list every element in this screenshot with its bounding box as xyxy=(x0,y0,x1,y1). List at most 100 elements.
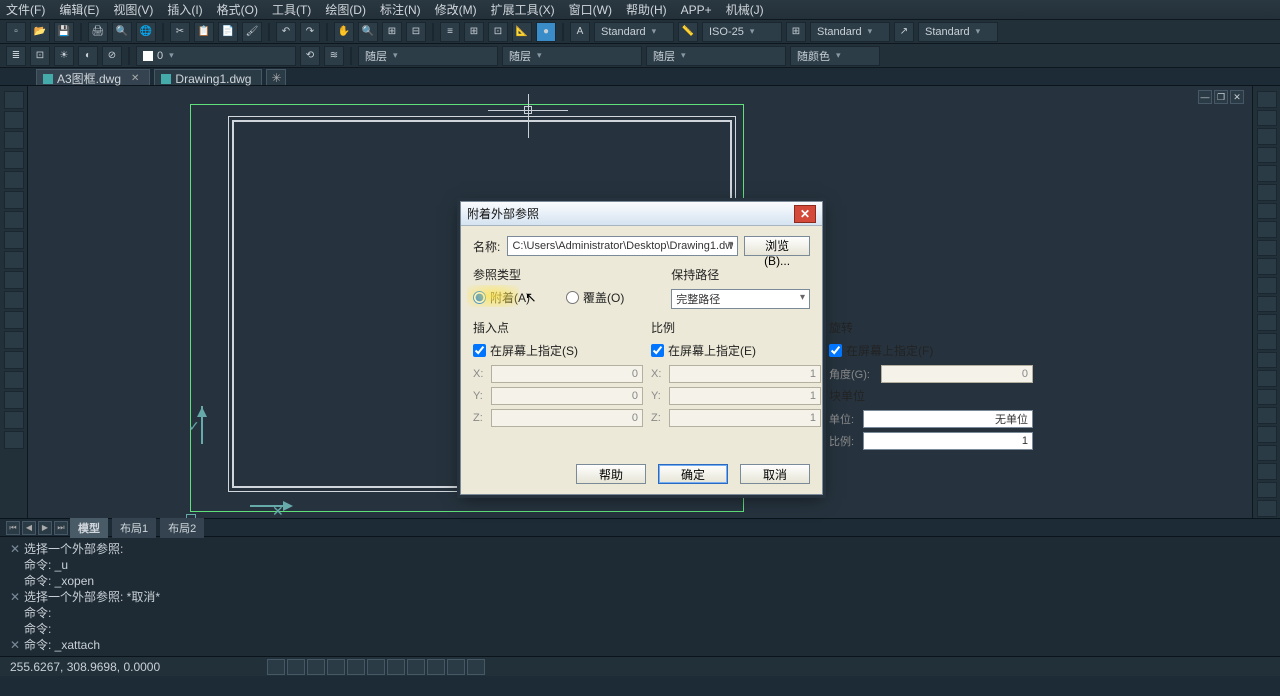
chamfer-icon[interactable] xyxy=(1257,314,1277,331)
print-icon[interactable]: 🖨 xyxy=(88,22,108,42)
layeroff-icon[interactable]: ⊘ xyxy=(102,46,122,66)
cut-icon[interactable]: ✂ xyxy=(170,22,190,42)
publish-icon[interactable]: 🌐 xyxy=(136,22,156,42)
array-icon[interactable] xyxy=(1257,165,1277,182)
calc-icon[interactable]: 📐 xyxy=(512,22,532,42)
new-icon[interactable]: ▫ xyxy=(6,22,26,42)
grid-toggle[interactable] xyxy=(287,659,305,675)
dialog-close-button[interactable]: ✕ xyxy=(794,205,816,223)
tab-prev-icon[interactable]: ◀ xyxy=(22,521,36,535)
plotstyle-dropdown[interactable]: 随颜色 xyxy=(790,46,880,66)
snap-toggle[interactable] xyxy=(267,659,285,675)
open-icon[interactable]: 📂 xyxy=(30,22,50,42)
dyn-toggle[interactable] xyxy=(407,659,425,675)
grad-icon[interactable] xyxy=(4,331,24,349)
preview-icon[interactable]: 🔍 xyxy=(112,22,132,42)
pan-icon[interactable]: ✋ xyxy=(334,22,354,42)
mirror-icon[interactable] xyxy=(1257,128,1277,145)
arc-icon[interactable] xyxy=(4,131,24,149)
mtext-icon[interactable] xyxy=(4,391,24,409)
command-window[interactable]: ✕选择一个外部参照: 命令: _u 命令: _xopen ✕选择一个外部参照: … xyxy=(0,536,1280,656)
scale2-icon[interactable] xyxy=(1257,203,1277,220)
zoom-icon[interactable]: 🔍 xyxy=(358,22,378,42)
layerstate-icon[interactable]: ⊡ xyxy=(30,46,50,66)
spec-e-checkbox[interactable] xyxy=(651,344,664,357)
menu-format[interactable]: 格式(O) xyxy=(217,1,258,18)
menu-file[interactable]: 文件(F) xyxy=(6,1,45,18)
other-icon[interactable] xyxy=(1257,407,1277,424)
layeriso-icon[interactable]: ☀ xyxy=(54,46,74,66)
max-icon[interactable]: ❐ xyxy=(1214,90,1228,104)
layermatch-icon[interactable]: ≋ xyxy=(324,46,344,66)
other4-icon[interactable] xyxy=(1257,463,1277,480)
rect-icon[interactable] xyxy=(4,271,24,289)
ortho-toggle[interactable] xyxy=(307,659,325,675)
close-icon[interactable]: ✕ xyxy=(1230,90,1244,104)
mlstyle-dropdown[interactable]: Standard xyxy=(918,22,998,42)
other2-icon[interactable] xyxy=(1257,426,1277,443)
overlay-radio[interactable] xyxy=(566,291,579,304)
tablestyle-dropdown[interactable]: Standard xyxy=(810,22,890,42)
circle-icon[interactable] xyxy=(4,151,24,169)
erase-icon[interactable] xyxy=(1257,370,1277,387)
help-button[interactable]: 帮助 xyxy=(576,464,646,484)
ellarc-icon[interactable] xyxy=(4,211,24,229)
menu-app[interactable]: APP+ xyxy=(681,3,712,17)
polar-toggle[interactable] xyxy=(327,659,345,675)
layout2-tab[interactable]: 布局2 xyxy=(160,518,204,538)
menu-insert[interactable]: 插入(I) xyxy=(167,1,202,18)
name-combo[interactable]: C:\Users\Administrator\Desktop\Drawing1.… xyxy=(507,236,738,256)
menu-modify[interactable]: 修改(M) xyxy=(435,1,477,18)
stretch-icon[interactable] xyxy=(1257,221,1277,238)
layer-dropdown[interactable]: 0 xyxy=(136,46,296,66)
dialog-titlebar[interactable]: 附着外部参照 ✕ xyxy=(461,202,822,226)
otrack-toggle[interactable] xyxy=(367,659,385,675)
menu-edit[interactable]: 编辑(E) xyxy=(59,1,99,18)
block-icon[interactable] xyxy=(4,411,24,429)
pedit-icon[interactable] xyxy=(1257,389,1277,406)
help-icon[interactable]: ● xyxy=(536,22,556,42)
lineweight-dropdown[interactable]: 随层 xyxy=(646,46,786,66)
layout1-tab[interactable]: 布局1 xyxy=(112,518,156,538)
point-icon[interactable] xyxy=(4,431,24,449)
dc-icon[interactable]: ⊞ xyxy=(464,22,484,42)
zoomp-icon[interactable]: ⊟ xyxy=(406,22,426,42)
ducs-toggle[interactable] xyxy=(387,659,405,675)
path-combo[interactable]: 完整路径 xyxy=(671,289,810,309)
pline-icon[interactable] xyxy=(4,111,24,129)
close-icon[interactable]: ✕ xyxy=(131,73,139,84)
layer-icon[interactable]: ≣ xyxy=(6,46,26,66)
extra-toggle[interactable] xyxy=(467,659,485,675)
tab-last-icon[interactable]: ⏭ xyxy=(54,521,68,535)
explode-icon[interactable] xyxy=(1257,352,1277,369)
extend-icon[interactable] xyxy=(1257,258,1277,275)
tp-icon[interactable]: ⊡ xyxy=(488,22,508,42)
lwt-toggle[interactable] xyxy=(427,659,445,675)
copy2-icon[interactable] xyxy=(1257,110,1277,127)
trim-icon[interactable] xyxy=(1257,240,1277,257)
menu-ext[interactable]: 扩展工具(X) xyxy=(491,1,555,18)
line-icon[interactable] xyxy=(4,91,24,109)
revcloud-icon[interactable] xyxy=(4,251,24,269)
donut-icon[interactable] xyxy=(4,231,24,249)
tablestyle-icon[interactable]: ⊞ xyxy=(786,22,806,42)
hatch-icon[interactable] xyxy=(4,311,24,329)
tab-next-icon[interactable]: ▶ xyxy=(38,521,52,535)
other5-icon[interactable] xyxy=(1257,482,1277,499)
linetype-dropdown[interactable]: 随层 xyxy=(502,46,642,66)
dimstyle-icon[interactable]: 📏 xyxy=(678,22,698,42)
dimstyle-dropdown[interactable]: ISO-25 xyxy=(702,22,782,42)
attach-radio[interactable] xyxy=(473,291,486,304)
menu-mech[interactable]: 机械(J) xyxy=(726,1,764,18)
region-icon[interactable] xyxy=(4,351,24,369)
mlstyle-icon[interactable]: ↗ xyxy=(894,22,914,42)
other3-icon[interactable] xyxy=(1257,445,1277,462)
browse-button[interactable]: 浏览(B)... xyxy=(744,236,810,256)
zoomw-icon[interactable]: ⊞ xyxy=(382,22,402,42)
fillet-icon[interactable] xyxy=(1257,333,1277,350)
menu-window[interactable]: 窗口(W) xyxy=(569,1,612,18)
poly-icon[interactable] xyxy=(4,291,24,309)
textstyle-dropdown[interactable]: Standard xyxy=(594,22,674,42)
menu-view[interactable]: 视图(V) xyxy=(113,1,153,18)
model-tab[interactable]: 模型 xyxy=(70,518,108,538)
